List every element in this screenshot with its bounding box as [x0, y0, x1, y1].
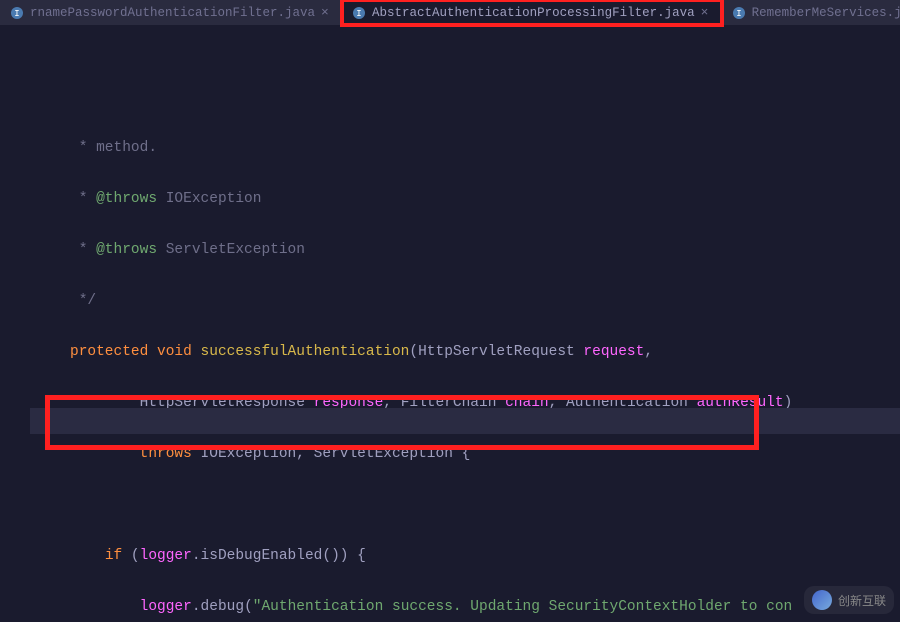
close-icon[interactable]: ×	[321, 5, 331, 20]
svg-text:I: I	[356, 9, 361, 19]
watermark-text: 创新互联	[838, 592, 886, 609]
java-interface-icon: I	[352, 6, 366, 20]
editor-tab-bar: I rnamePasswordAuthenticationFilter.java…	[0, 0, 900, 26]
tab-label: rnamePasswordAuthenticationFilter.java	[30, 6, 315, 20]
close-icon[interactable]: ×	[701, 5, 711, 20]
tab-label: AbstractAuthenticationProcessingFilter.j…	[372, 6, 695, 20]
watermark: 创新互联	[804, 586, 894, 614]
code-area: * method. * @throws IOException * @throw…	[0, 111, 900, 622]
tab-file-2[interactable]: I RememberMeServices.java ×	[722, 0, 900, 25]
java-interface-icon: I	[732, 6, 746, 20]
code-editor[interactable]: * method. * @throws IOException * @throw…	[0, 26, 900, 622]
svg-text:I: I	[736, 9, 741, 19]
java-interface-icon: I	[10, 6, 24, 20]
tab-file-1[interactable]: I AbstractAuthenticationProcessingFilter…	[342, 0, 722, 25]
tab-file-0[interactable]: I rnamePasswordAuthenticationFilter.java…	[0, 0, 342, 25]
watermark-logo-icon	[812, 590, 832, 610]
svg-text:I: I	[14, 9, 19, 19]
tab-label: RememberMeServices.java	[752, 6, 900, 20]
current-line-highlight	[30, 408, 900, 434]
